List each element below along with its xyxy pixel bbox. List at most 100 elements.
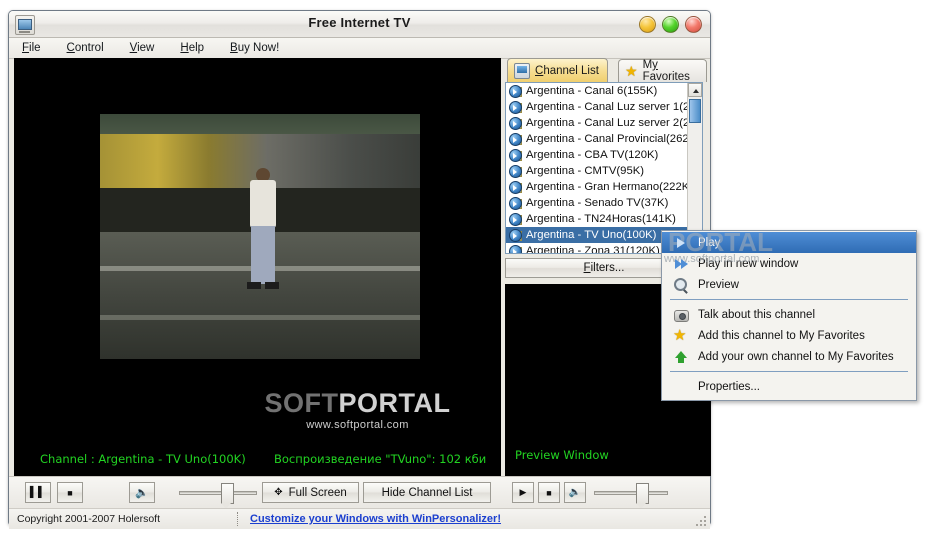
list-item[interactable]: Argentina - TN24Horas(141K)	[506, 211, 688, 227]
ctx-add-channel-favorites[interactable]: ★ Add this channel to My Favorites	[662, 325, 916, 346]
pause-icon: ▌▌	[29, 487, 47, 498]
green-up-arrow-icon	[673, 349, 689, 365]
channel-label: Argentina - Canal Provincial(262K	[526, 133, 688, 145]
channel-list-items: Argentina - Canal 6(155K) Argentina - Ca…	[506, 83, 688, 253]
ctx-talk-about-channel[interactable]: Talk about this channel	[662, 304, 916, 325]
fullscreen-icon: ✥	[274, 487, 283, 498]
ctx-play-new-window-label: Play in new window	[698, 257, 799, 270]
volume-slider[interactable]	[179, 482, 257, 509]
hide-channel-list-label: Hide Channel List	[381, 486, 473, 499]
ctx-play-label: Play	[698, 236, 721, 249]
ctx-add-own-channel[interactable]: Add your own channel to My Favorites	[662, 346, 916, 367]
webcam-icon	[673, 307, 689, 323]
list-item[interactable]: Argentina - Canal 6(155K)	[506, 83, 688, 99]
channel-label: Argentina - Senado TV(37K)	[526, 197, 669, 209]
window-title: Free Internet TV	[308, 15, 411, 30]
channel-label: Argentina - Gran Hermano(222K)	[526, 181, 688, 193]
channel-icon	[509, 101, 522, 114]
star-icon: ★	[673, 326, 687, 344]
list-item[interactable]: Argentina - Canal Provincial(262K	[506, 131, 688, 147]
list-item[interactable]: Argentina - Canal Luz server 2(2	[506, 115, 688, 131]
menu-help[interactable]: Help	[177, 41, 207, 55]
ctx-add-channel-label: Add this channel to My Favorites	[698, 329, 865, 342]
channel-context-menu[interactable]: PORTAL www.softportal.com Play Play in n…	[661, 227, 917, 401]
list-item[interactable]: Argentina - Senado TV(37K)	[506, 195, 688, 211]
ctx-properties-label: Properties...	[698, 380, 760, 393]
fullscreen-label: Full Screen	[288, 486, 347, 499]
preview-mute-button[interactable]: 🔈	[564, 482, 586, 503]
channel-label: Argentina - Zona 31(120K)	[526, 245, 660, 253]
control-bar: ▌▌ ■ 🔈 ✥ Full Screen Hide Channel List ▶…	[9, 476, 710, 509]
list-item[interactable]: Argentina - Gran Hermano(222K)	[506, 179, 688, 195]
ctx-properties[interactable]: Properties...	[662, 376, 916, 397]
channel-label: Argentina - CMTV(95K)	[526, 165, 645, 177]
preview-stop-button[interactable]: ■	[538, 482, 560, 503]
tab-channel-list[interactable]: Channel List	[507, 58, 608, 82]
status-bitrate: Воспроизведение "TVuno": 102 кби	[274, 452, 487, 466]
no-icon	[673, 379, 689, 395]
video-status-line: Channel : Argentina - TV Uno(100K) Воспр…	[14, 452, 501, 466]
stop-button[interactable]: ■	[57, 482, 83, 503]
channel-icon	[509, 181, 522, 194]
status-channel: Channel : Argentina - TV Uno(100K)	[40, 452, 246, 466]
ctx-play-new-window[interactable]: Play in new window	[662, 253, 916, 274]
fullscreen-button[interactable]: ✥ Full Screen	[262, 482, 359, 503]
preview-volume-slider-thumb[interactable]	[636, 483, 649, 509]
scrollbar-thumb[interactable]	[689, 99, 701, 123]
channel-label: Argentina - Canal Luz server 2(2	[526, 117, 688, 129]
promo-link[interactable]: Customize your Windows with WinPersonali…	[250, 513, 501, 525]
menu-view[interactable]: View	[127, 41, 158, 55]
watermark-portal: PORTAL	[338, 388, 451, 418]
preview-window-label: Preview Window	[515, 448, 609, 462]
channel-list[interactable]: Argentina - Canal 6(155K) Argentina - Ca…	[505, 82, 703, 254]
channel-icon	[509, 213, 522, 226]
ctx-preview[interactable]: Preview	[662, 274, 916, 295]
list-item[interactable]: Argentina - Canal Luz server 1(2	[506, 99, 688, 115]
volume-slider-thumb[interactable]	[221, 483, 234, 509]
context-menu-separator	[670, 371, 908, 372]
channel-icon	[509, 197, 522, 210]
ctx-play[interactable]: Play	[662, 232, 916, 253]
menu-buy-now[interactable]: Buy Now!	[227, 41, 282, 55]
channel-label: Argentina - Canal Luz server 1(2	[526, 101, 688, 113]
channel-label: Argentina - Canal 6(155K)	[526, 85, 658, 97]
stop-icon: ■	[546, 487, 552, 498]
menu-file[interactable]: File	[19, 41, 44, 55]
monitor-icon	[514, 62, 530, 79]
content-area: SOFTPORTAL www.softportal.com Channel : …	[9, 58, 711, 529]
tab-my-favorites-label: My Favorites	[642, 59, 690, 83]
app-window: Free Internet TV File Control View Help …	[8, 10, 711, 529]
mute-button[interactable]: 🔈	[129, 482, 155, 503]
tab-strip: Channel List ★ My Favorites	[505, 58, 707, 83]
copyright-label: Copyright 2001-2007 Holersoft	[17, 513, 161, 525]
volume-icon: 🔈	[135, 487, 149, 499]
resize-grip[interactable]	[694, 514, 706, 526]
preview-play-button[interactable]: ▶	[512, 482, 534, 503]
preview-volume-slider[interactable]	[594, 482, 668, 509]
minimize-button[interactable]	[639, 16, 656, 33]
channel-label: Argentina - TV Uno(100K)	[526, 229, 657, 241]
list-item[interactable]: Argentina - CBA TV(120K)	[506, 147, 688, 163]
scroll-up-arrow-icon[interactable]	[688, 83, 702, 97]
tab-my-favorites[interactable]: ★ My Favorites	[618, 59, 707, 83]
preview-volume-slider-track	[594, 491, 668, 495]
channel-label: Argentina - CBA TV(120K)	[526, 149, 659, 161]
video-watermark: SOFTPORTAL www.softportal.com	[250, 388, 465, 432]
magnifier-icon	[673, 277, 689, 293]
pause-button[interactable]: ▌▌	[25, 482, 51, 503]
context-menu-separator	[670, 299, 908, 300]
window-buttons	[639, 16, 702, 33]
menu-control[interactable]: Control	[64, 41, 107, 55]
close-button[interactable]	[685, 16, 702, 33]
channel-icon	[509, 149, 522, 162]
filters-button-label: Filters...	[583, 262, 625, 274]
video-frame	[100, 114, 420, 359]
volume-slider-track	[179, 491, 257, 495]
video-subject	[247, 167, 281, 298]
hide-channel-list-button[interactable]: Hide Channel List	[363, 482, 491, 503]
maximize-button[interactable]	[662, 16, 679, 33]
stop-icon: ■	[67, 487, 73, 498]
list-item[interactable]: Argentina - CMTV(95K)	[506, 163, 688, 179]
channel-list-scrollbar[interactable]	[687, 83, 702, 253]
video-pane[interactable]: SOFTPORTAL www.softportal.com Channel : …	[14, 58, 501, 476]
